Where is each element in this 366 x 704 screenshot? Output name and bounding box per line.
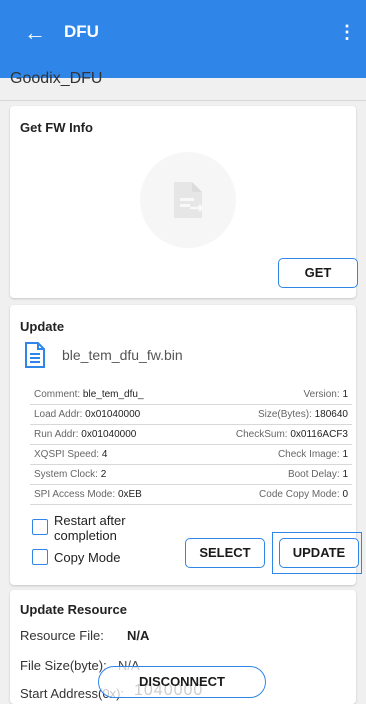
copy-mode-label: Copy Mode bbox=[54, 550, 121, 565]
resource-title: Update Resource bbox=[20, 602, 127, 617]
fw-info-title: Get FW Info bbox=[20, 120, 93, 135]
back-arrow-icon[interactable]: ← bbox=[24, 20, 46, 46]
document-icon bbox=[24, 341, 46, 374]
update-button[interactable]: UPDATE bbox=[279, 538, 359, 568]
fw-info-card: Get FW Info GET bbox=[10, 106, 358, 298]
disconnect-button[interactable]: DISCONNECT bbox=[98, 666, 266, 698]
info-row-spi-access-mode: SPI Access Mode: 0xEB Code Copy Mode: 0 bbox=[30, 485, 352, 505]
info-row-xqspi-speed: XQSPI Speed: 4 Check Image: 1 bbox=[30, 445, 352, 465]
divider bbox=[0, 100, 366, 101]
file-name: ble_tem_dfu_fw.bin bbox=[62, 347, 183, 363]
image-info-table: Comment: ble_tem_dfu_ Version: 1 Load Ad… bbox=[30, 385, 352, 505]
app-title: DFU bbox=[64, 22, 99, 41]
restart-after-completion-checkbox[interactable] bbox=[32, 519, 48, 535]
resource-file-value: N/A bbox=[127, 628, 150, 643]
select-button[interactable]: SELECT bbox=[185, 538, 265, 568]
restart-after-completion-label: Restart after completion bbox=[54, 513, 126, 543]
update-card: Update ble_tem_dfu_fw.bin Comment: ble_t… bbox=[10, 305, 362, 585]
resource-file-label: Resource File: bbox=[20, 628, 104, 643]
info-row-system-clock: System Clock: 2 Boot Delay: 1 bbox=[30, 465, 352, 485]
info-row-run-addr: Run Addr: 0x01040000 CheckSum: 0x0116ACF… bbox=[30, 425, 352, 445]
file-icon bbox=[140, 152, 236, 248]
copy-mode-checkbox[interactable] bbox=[32, 549, 48, 565]
file-size-label: File Size(byte): bbox=[20, 658, 107, 673]
app-bar: ← DFU ⋮ bbox=[0, 0, 366, 78]
device-name: Goodix_DFU bbox=[10, 70, 103, 87]
update-title: Update bbox=[20, 319, 65, 334]
info-row-comment: Comment: ble_tem_dfu_ Version: 1 bbox=[30, 385, 352, 405]
more-vert-icon[interactable]: ⋮ bbox=[338, 22, 356, 43]
info-row-load-addr: Load Addr: 0x01040000 Size(Bytes): 18064… bbox=[30, 405, 352, 425]
get-button[interactable]: GET bbox=[278, 258, 358, 288]
